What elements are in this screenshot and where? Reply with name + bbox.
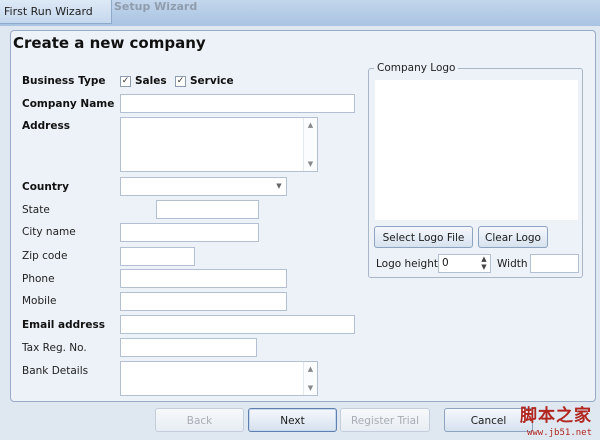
phone-label: Phone — [22, 273, 55, 285]
clear-logo-button[interactable]: Clear Logo — [478, 226, 548, 248]
background-window-title: Setup Wizard — [114, 0, 198, 13]
state-label: State — [22, 204, 50, 216]
company-name-input[interactable] — [120, 94, 355, 113]
window-tab[interactable]: First Run Wizard — [0, 0, 112, 24]
state-input[interactable] — [156, 200, 259, 219]
watermark-logo: 脚本之家 — [520, 406, 592, 426]
zip-label: Zip code — [22, 250, 68, 262]
city-label: City name — [22, 226, 76, 238]
phone-input[interactable] — [120, 269, 287, 288]
bank-label: Bank Details — [22, 365, 89, 377]
scroll-up-icon[interactable]: ▲ — [304, 365, 317, 373]
watermark-url: www.jb51.net — [526, 428, 592, 438]
register-trial-button[interactable]: Register Trial — [340, 408, 430, 432]
back-button[interactable]: Back — [155, 408, 244, 432]
address-label: Address — [22, 120, 70, 132]
zip-input[interactable] — [120, 247, 195, 266]
bank-textarea[interactable]: ▲ ▼ — [120, 361, 318, 396]
sales-checkbox[interactable]: ✓ — [120, 76, 131, 87]
chevron-down-icon[interactable]: ▼ — [272, 178, 286, 195]
sales-checkbox-label[interactable]: Sales — [135, 75, 167, 87]
email-input[interactable] — [120, 315, 355, 334]
email-label: Email address — [22, 319, 105, 331]
bank-scrollbar[interactable]: ▲ ▼ — [303, 362, 317, 395]
service-checkbox-label[interactable]: Service — [190, 75, 234, 87]
scroll-down-icon[interactable]: ▼ — [304, 160, 317, 168]
service-checkbox[interactable]: ✓ — [175, 76, 186, 87]
logo-preview — [375, 80, 578, 220]
tax-input[interactable] — [120, 338, 257, 357]
logo-height-spinner[interactable]: 0 ▲ ▼ — [438, 254, 491, 273]
mobile-input[interactable] — [120, 292, 287, 311]
scroll-up-icon[interactable]: ▲ — [304, 121, 317, 129]
city-input[interactable] — [120, 223, 259, 242]
address-scrollbar[interactable]: ▲ ▼ — [303, 118, 317, 171]
next-button[interactable]: Next — [248, 408, 337, 432]
address-textarea[interactable]: ▲ ▼ — [120, 117, 318, 172]
country-label: Country — [22, 181, 69, 193]
tax-label: Tax Reg. No. — [22, 342, 87, 354]
spinner-arrows-icon[interactable]: ▲ ▼ — [478, 255, 490, 272]
scroll-down-icon[interactable]: ▼ — [304, 384, 317, 392]
logo-height-label: Logo height — [376, 258, 438, 270]
page-title: Create a new company — [13, 34, 206, 52]
logo-height-value[interactable]: 0 — [442, 257, 449, 269]
logo-width-label: Width — [497, 258, 528, 270]
company-logo-title: Company Logo — [374, 62, 459, 74]
logo-width-input[interactable] — [530, 254, 579, 273]
company-name-label: Company Name — [22, 98, 115, 110]
country-select[interactable]: ▼ — [120, 177, 287, 196]
title-bar: First Run Wizard Setup Wizard — [0, 0, 600, 26]
mobile-label: Mobile — [22, 295, 57, 307]
business-type-label: Business Type — [22, 75, 106, 87]
select-logo-button[interactable]: Select Logo File — [374, 226, 473, 248]
